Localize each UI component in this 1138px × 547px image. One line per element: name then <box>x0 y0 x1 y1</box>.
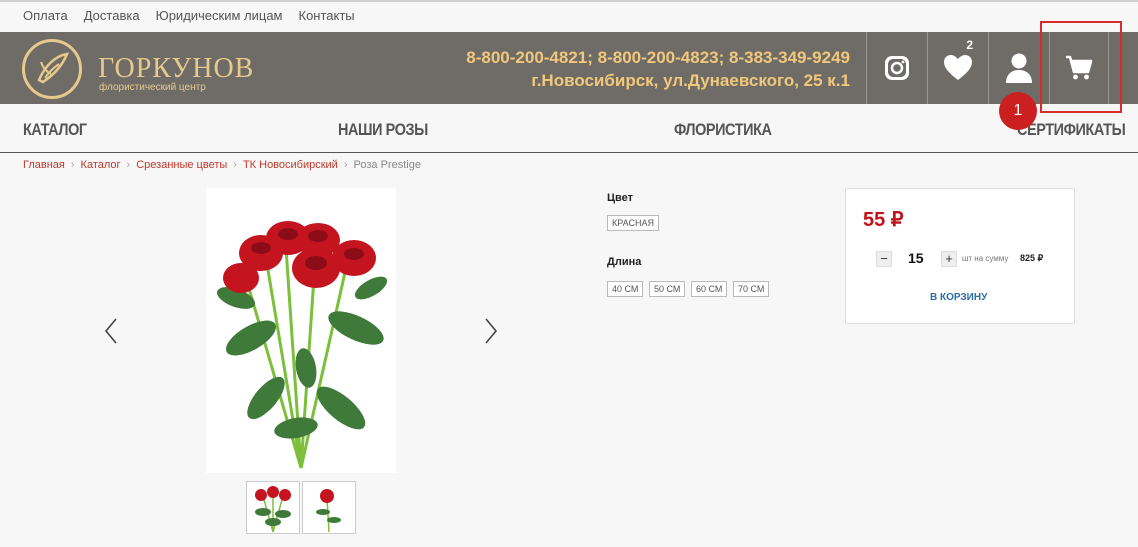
step-marker: 1 <box>999 92 1037 130</box>
topnav-link-delivery[interactable]: Доставка <box>84 8 140 26</box>
top-nav: Оплата Доставка Юридическим лицам Контак… <box>23 8 371 26</box>
length-option-title: Длина <box>607 256 642 268</box>
length-option-50[interactable]: 50 СМ <box>649 281 686 297</box>
rose-bouquet-image <box>206 188 396 473</box>
breadcrumb-home[interactable]: Главная <box>23 159 65 171</box>
sum-label: шт на сумму <box>962 254 1009 263</box>
instagram-icon <box>884 56 909 80</box>
chevron-right-icon: › <box>126 159 131 171</box>
logo-name: ГОРКУНОВ <box>98 53 255 84</box>
gallery-thumbnail-1[interactable] <box>246 481 300 534</box>
mainnav-certificates[interactable]: СЕРТИФИКАТЫ <box>1017 120 1126 140</box>
length-option-40[interactable]: 40 СМ <box>607 281 644 297</box>
breadcrumb-catalog[interactable]: Каталог <box>81 159 121 171</box>
length-option-60[interactable]: 60 СМ <box>691 281 728 297</box>
breadcrumb: Главная › Каталог › Срезанные цветы › ТК Новос… <box>23 159 421 171</box>
breadcrumb-store[interactable]: ТК Новосибирский <box>243 159 338 171</box>
quantity-plus-button[interactable]: + <box>941 251 957 267</box>
chevron-right-icon: › <box>343 159 348 171</box>
logo[interactable]: ГОРКУНОВ флористический центр <box>22 37 253 99</box>
add-to-cart-button[interactable]: В КОРЗИНУ <box>930 292 987 303</box>
instagram-button[interactable] <box>866 32 926 104</box>
buy-box: 55 ₽ − 15 + шт на сумму 825 ₽ В КОРЗИНУ <box>845 188 1075 324</box>
product-photo[interactable] <box>206 188 396 473</box>
chevron-right-icon: › <box>233 159 237 171</box>
gallery-prev-arrow-icon[interactable] <box>104 318 118 348</box>
heart-icon <box>943 55 972 80</box>
logo-emblem-icon <box>22 39 82 99</box>
gallery-thumbnail-2[interactable] <box>302 481 356 534</box>
chevron-right-icon: › <box>70 159 75 171</box>
color-option-title: Цвет <box>607 192 634 204</box>
site-header: ГОРКУНОВ флористический центр 8-800-200-… <box>0 32 1138 104</box>
favorites-button[interactable]: 2 <box>927 32 987 104</box>
breadcrumb-current: Роза Prestige <box>353 159 421 171</box>
topnav-link-payment[interactable]: Оплата <box>23 8 68 26</box>
cart-highlight-box <box>1040 21 1122 113</box>
topnav-link-legal[interactable]: Юридическим лицам <box>156 8 283 26</box>
length-option-70[interactable]: 70 СМ <box>733 281 770 297</box>
color-option-red[interactable]: КРАСНАЯ <box>607 215 659 231</box>
contact-info: 8-800-200-4821; 8-800-200-4823; 8-383-34… <box>466 46 850 92</box>
product-price: 55 ₽ <box>863 209 904 231</box>
main-nav: КАТАЛОГ НАШИ РОЗЫ ФЛОРИСТИКА СЕРТИФИКАТЫ <box>0 104 1138 153</box>
mainnav-catalog[interactable]: КАТАЛОГ <box>23 120 87 140</box>
mainnav-floristry[interactable]: ФЛОРИСТИКА <box>674 120 772 140</box>
user-icon <box>1005 53 1032 83</box>
gallery-next-arrow-icon[interactable] <box>484 318 498 348</box>
quantity-input[interactable]: 15 <box>908 250 924 266</box>
topnav-link-contacts[interactable]: Контакты <box>299 8 355 26</box>
breadcrumb-cut-flowers[interactable]: Срезанные цветы <box>136 159 227 171</box>
top-border <box>0 0 1138 2</box>
phone-numbers[interactable]: 8-800-200-4821; 8-800-200-4823; 8-383-34… <box>466 46 850 69</box>
mainnav-our-roses[interactable]: НАШИ РОЗЫ <box>338 120 428 140</box>
favorites-count-badge: 2 <box>966 38 973 52</box>
logo-tagline: флористический центр <box>99 82 206 93</box>
quantity-minus-button[interactable]: − <box>876 251 892 267</box>
address: г.Новосибирск, ул.Дунаевского, 25 к.1 <box>531 71 850 90</box>
sum-value: 825 ₽ <box>1020 253 1044 263</box>
